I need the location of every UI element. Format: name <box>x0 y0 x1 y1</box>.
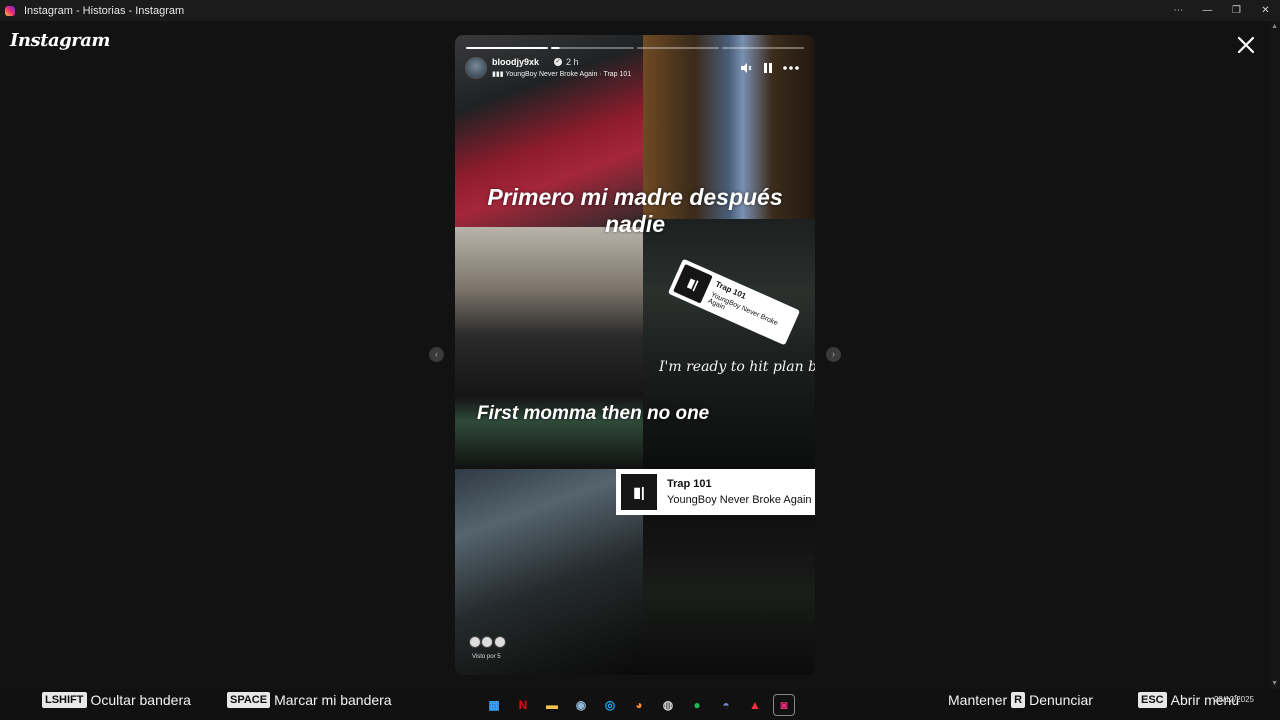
github-icon[interactable]: ◍ <box>657 694 679 716</box>
progress-segment <box>721 47 804 49</box>
window-controls: ⋯ — ❐ ✕ <box>1164 0 1280 21</box>
discord-icon[interactable]: ◓ <box>715 694 737 716</box>
story-username[interactable]: bloodjy9xk <box>492 57 539 67</box>
story-song-text: YoungBoy Never Broke Again · Trap 101 <box>505 71 632 78</box>
taskbar: LSHIFT Ocultar bandera SPACE Marcar mi b… <box>0 689 1280 720</box>
music-card-title: Trap 101 <box>667 478 712 490</box>
spotify-icon[interactable]: ● <box>686 694 708 716</box>
key-badge: LSHIFT <box>42 692 87 708</box>
window-titlebar: Instagram - Historias - Instagram ⋯ — ❐ … <box>0 0 1280 21</box>
more-options-button[interactable]: ⋯ <box>1164 0 1193 21</box>
instagram-logo[interactable]: Instagram <box>10 30 110 51</box>
steam-icon[interactable]: ◉ <box>570 694 592 716</box>
vertical-scrollbar[interactable]: ▲ ▼ <box>1270 21 1280 689</box>
key-badge: ESC <box>1138 692 1167 708</box>
instagram-icon[interactable]: ◙ <box>773 694 795 716</box>
hint-report: Mantener R Denunciar <box>948 689 1093 711</box>
progress-segment <box>636 47 719 49</box>
more-icon[interactable] <box>783 65 799 71</box>
instagram-app-icon <box>5 5 15 16</box>
netflix-icon[interactable]: N <box>512 694 534 716</box>
hint-label: Ocultar bandera <box>90 692 191 708</box>
photo-nightvision-tile <box>643 219 815 469</box>
caption-spanish: Primero mi madre después nadie <box>487 184 783 237</box>
hint-label: Denunciar <box>1029 692 1093 708</box>
taskbar-apps: ▦ N ▬ ◉ ◎ ◕ ◍ ● ◓ ▲ ◙ <box>483 694 795 716</box>
story-time: 2 h <box>566 57 579 67</box>
firefox-icon[interactable]: ◕ <box>628 694 650 716</box>
viewer-avatar <box>493 636 506 648</box>
key-badge: R <box>1011 692 1026 708</box>
viewer-avatar <box>481 636 494 648</box>
windows-icon[interactable]: ▦ <box>483 694 505 716</box>
music-card-artist: YoungBoy Never Broke Again <box>667 494 812 506</box>
album-cover-icon: ▮| <box>621 474 657 510</box>
close-story-icon[interactable] <box>1236 35 1256 55</box>
viewer-avatars[interactable] <box>469 635 506 653</box>
pause-icon[interactable] <box>762 62 774 74</box>
window-title: Instagram - Historias - Instagram <box>24 4 185 17</box>
adobe-icon[interactable]: ▲ <box>744 694 766 716</box>
viewer-avatar <box>469 636 481 648</box>
lyric-line: I'm ready to hit plan b <box>659 359 815 375</box>
hint-label: Marcar mi bandera <box>274 692 392 708</box>
safari-icon[interactable]: ◎ <box>599 694 621 716</box>
story-header: bloodjy9xk ✓ 2 h ▮▮▮ YoungBoy Never Brok… <box>465 55 810 85</box>
hint-hide-flag: LSHIFT Ocultar bandera <box>42 689 191 711</box>
avatar[interactable] <box>465 57 487 79</box>
previous-story-button[interactable]: ‹ <box>429 347 444 362</box>
music-bars-icon: ▮▮▮ <box>492 71 506 78</box>
progress-segment-current <box>551 47 634 49</box>
scroll-up-icon[interactable]: ▲ <box>1271 23 1278 30</box>
close-window-button[interactable]: ✕ <box>1251 0 1280 21</box>
hint-mark-flag: SPACE Marcar mi bandera <box>227 689 392 711</box>
hint-prefix: Mantener <box>948 692 1008 708</box>
scroll-down-icon[interactable]: ▼ <box>1271 680 1278 687</box>
music-card[interactable]: ▮| Trap 101 YoungBoy Never Broke Again <box>616 469 815 515</box>
album-cover-icon: ▮| <box>673 263 713 304</box>
story-viewer[interactable]: bloodjy9xk ✓ 2 h ▮▮▮ YoungBoy Never Brok… <box>455 35 815 675</box>
verified-icon: ✓ <box>554 58 562 66</box>
story-progress-bar <box>466 47 804 49</box>
restore-button[interactable]: ❐ <box>1222 0 1251 21</box>
minimize-button[interactable]: — <box>1193 0 1222 21</box>
taskbar-date[interactable]: 28/12/2025 <box>1214 694 1254 705</box>
folder-icon[interactable]: ▬ <box>541 694 563 716</box>
mute-icon[interactable] <box>740 62 752 74</box>
story-song-link[interactable]: ▮▮▮ YoungBoy Never Broke Again · Trap 10… <box>492 70 631 78</box>
seen-by-count[interactable]: Visto por 5 <box>472 654 501 660</box>
key-badge: SPACE <box>227 692 271 708</box>
progress-segment <box>466 47 549 49</box>
photo-masked-selfie-tile <box>455 227 643 470</box>
caption-english: First momma then no one <box>477 403 710 424</box>
next-story-button[interactable]: › <box>826 347 841 362</box>
